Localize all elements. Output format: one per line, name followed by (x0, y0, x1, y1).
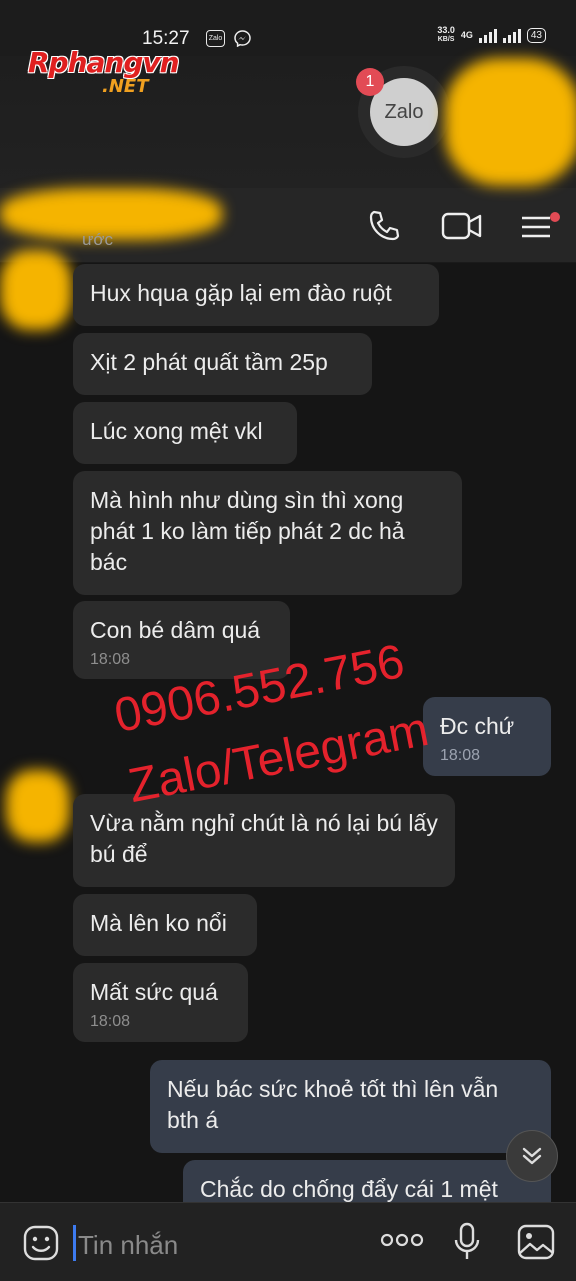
net-speed: 33.0 KB/S (437, 25, 455, 44)
redaction-blob (0, 250, 72, 330)
message-time: 18:08 (440, 747, 481, 764)
message-bubble-outgoing[interactable]: Đc chứ 18:08 (423, 697, 551, 776)
emoji-sticker-icon[interactable] (22, 1224, 60, 1262)
message-bubble[interactable]: Xịt 2 phát quất tầm 25p (73, 333, 372, 395)
video-call-icon[interactable] (440, 208, 484, 244)
zalo-icon: Zalo (206, 30, 225, 47)
notification-badge: 1 (356, 68, 384, 96)
message-bubble[interactable]: Mà lên ko nổi (73, 894, 257, 956)
message-bubble[interactable]: Mà hình như dùng sìn thì xong phát 1 ko … (73, 471, 462, 595)
contact-status: ước (82, 230, 114, 249)
image-gallery-icon[interactable] (516, 1223, 556, 1261)
text-caret (73, 1225, 76, 1261)
redaction-blob (6, 770, 70, 842)
message-bubble[interactable]: Lúc xong mệt vkl (73, 402, 297, 464)
double-chevron-down-icon (522, 1147, 542, 1165)
signal-icon-2 (502, 27, 521, 43)
message-bubble[interactable]: Hux hqua gặp lại em đào ruột (73, 264, 439, 326)
redaction-blob (445, 58, 576, 186)
menu-notification-dot (550, 212, 560, 222)
message-input[interactable]: Tin nhắn (78, 1230, 178, 1261)
message-bubble-outgoing[interactable]: Nếu bác sức khoẻ tốt thì lên vẫn bth á (150, 1060, 551, 1153)
menu-icon[interactable] (518, 208, 554, 244)
microphone-icon[interactable] (452, 1221, 482, 1263)
battery-icon: 43 (526, 27, 546, 43)
message-time: 18:08 (90, 1013, 131, 1030)
status-indicators: 33.0 KB/S 4G 43 (437, 26, 546, 44)
signal-icon (478, 27, 497, 43)
scroll-down-button[interactable] (506, 1130, 558, 1182)
network-type: 4G (460, 30, 473, 40)
phone-icon[interactable] (366, 208, 402, 244)
message-bubble[interactable]: Vừa nằm nghỉ chút là nó lại bú lấy bú để (73, 794, 455, 887)
watermark-logo: Rphangvn .NET (28, 46, 180, 97)
more-options-icon[interactable] (380, 1233, 424, 1247)
message-bubble[interactable]: Mất sức quá 18:08 (73, 963, 248, 1042)
messenger-icon (234, 30, 251, 47)
message-input-bar: Tin nhắn (0, 1202, 576, 1281)
